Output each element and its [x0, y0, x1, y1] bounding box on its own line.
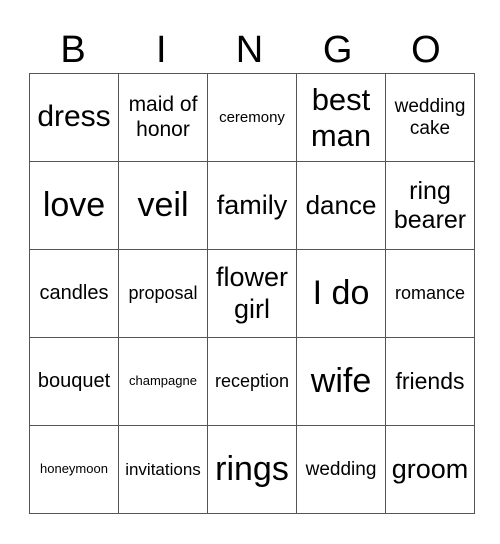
bingo-cell[interactable]: wife	[296, 337, 386, 426]
bingo-cell[interactable]: ceremony	[207, 73, 297, 162]
header-letter-b: B	[60, 29, 86, 71]
bingo-cell[interactable]: proposal	[118, 249, 208, 338]
bingo-cell[interactable]: candles	[29, 249, 119, 338]
bingo-cell[interactable]: honeymoon	[29, 425, 119, 514]
bingo-cell[interactable]: rings	[207, 425, 297, 514]
bingo-cell[interactable]: veil	[118, 161, 208, 250]
bingo-cell[interactable]: wedding cake	[385, 73, 475, 162]
card-row: bouquet champagne reception wife friends	[29, 337, 475, 426]
header-letter-n: N	[235, 29, 264, 71]
bingo-card: dress maid of honor ceremony best man we…	[29, 73, 475, 514]
card-row: candles proposal flower girl I do romanc…	[29, 249, 475, 338]
bingo-cell[interactable]: champagne	[118, 337, 208, 426]
bingo-cell[interactable]: romance	[385, 249, 475, 338]
header-letter-o: O	[411, 29, 441, 71]
bingo-header: B I N G O	[29, 28, 470, 72]
bingo-cell[interactable]: family	[207, 161, 297, 250]
bingo-cell[interactable]: invitations	[118, 425, 208, 514]
bingo-cell[interactable]: flower girl	[207, 249, 297, 338]
bingo-cell[interactable]: dance	[296, 161, 386, 250]
bingo-cell[interactable]: wedding	[296, 425, 386, 514]
bingo-cell[interactable]: best man	[296, 73, 386, 162]
bingo-cell[interactable]: friends	[385, 337, 475, 426]
bingo-cell[interactable]: dress	[29, 73, 119, 162]
bingo-cell[interactable]: bouquet	[29, 337, 119, 426]
header-letter-g: G	[322, 29, 353, 71]
bingo-cell[interactable]: ring bearer	[385, 161, 475, 250]
header-letter-i: I	[156, 29, 167, 71]
bingo-cell[interactable]: I do	[296, 249, 386, 338]
bingo-cell[interactable]: maid of honor	[118, 73, 208, 162]
card-row: honeymoon invitations rings wedding groo…	[29, 425, 475, 514]
card-row: love veil family dance ring bearer	[29, 161, 475, 250]
bingo-cell[interactable]: groom	[385, 425, 475, 514]
bingo-cell[interactable]: love	[29, 161, 119, 250]
card-row: dress maid of honor ceremony best man we…	[29, 73, 475, 162]
bingo-cell[interactable]: reception	[207, 337, 297, 426]
